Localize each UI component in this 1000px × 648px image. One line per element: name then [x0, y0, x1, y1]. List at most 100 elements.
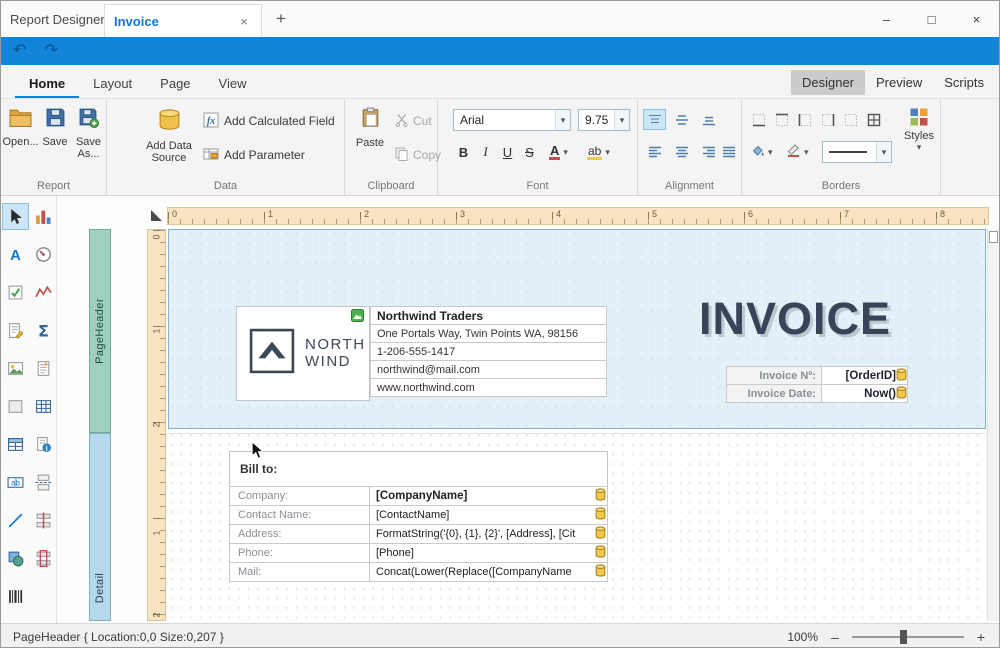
save-button[interactable]: Save — [39, 107, 71, 148]
toolbox-cross-band-line[interactable] — [30, 507, 57, 534]
align-center-button[interactable] — [670, 141, 693, 162]
border-left-button[interactable] — [793, 109, 816, 130]
toolbox-picture-box[interactable] — [2, 355, 29, 382]
border-bottom-button[interactable] — [747, 109, 770, 130]
copy-button[interactable]: Copy — [395, 146, 441, 164]
underline-button[interactable]: U — [497, 141, 518, 163]
detail-field-row[interactable]: Company:[CompanyName] — [229, 486, 608, 506]
font-family-select[interactable]: Arial ▾ — [453, 109, 571, 131]
bold-button[interactable]: B — [453, 141, 474, 163]
zoom-out-button[interactable]: – — [829, 630, 841, 644]
add-calculated-field-button[interactable]: fx Add Calculated Field — [203, 112, 335, 130]
report-canvas[interactable]: NORTH WIND Northwind TradersOne Portals … — [167, 229, 989, 621]
toolbox-cross-band-box[interactable] — [30, 545, 57, 572]
data-smart-tag-icon[interactable] — [595, 526, 606, 544]
line-style-select[interactable]: ▾ — [822, 141, 892, 163]
company-info-table[interactable]: Northwind TradersOne Portals Way, Twin P… — [370, 306, 607, 397]
toolbox-summary[interactable]: Σ — [30, 317, 57, 344]
vertical-scrollbar[interactable] — [987, 229, 999, 621]
paste-button[interactable]: Paste — [351, 107, 389, 149]
data-smart-tag-icon[interactable] — [595, 545, 606, 563]
detail-field-row[interactable]: Contact Name:[ContactName] — [229, 505, 608, 525]
italic-button[interactable]: I — [475, 141, 496, 163]
align-justify-button[interactable] — [717, 141, 740, 162]
toolbox-gauge[interactable] — [30, 241, 57, 268]
font-size-select[interactable]: 9.75 ▾ — [578, 109, 630, 131]
cut-button[interactable]: Cut — [395, 112, 432, 130]
tab-home[interactable]: Home — [15, 69, 79, 98]
invoice-fields-table[interactable]: Invoice Nº:[OrderID]Invoice Date:Now() — [726, 366, 908, 403]
bill-to-table[interactable]: Bill to: Company:[CompanyName]Contact Na… — [229, 451, 608, 582]
toolbox-table[interactable] — [30, 393, 57, 420]
logo-picture-box[interactable]: NORTH WIND — [236, 306, 370, 401]
scrollbar-thumb[interactable] — [989, 231, 998, 243]
company-card-row[interactable]: One Portals Way, Twin Points WA, 98156 — [370, 324, 607, 343]
tab-close-icon[interactable]: × — [236, 13, 252, 30]
highlight-color-button[interactable]: ab ▾ — [584, 141, 613, 163]
toolbox-label[interactable]: A — [2, 241, 29, 268]
toolbox-shape[interactable] — [2, 545, 29, 572]
company-card-row[interactable]: northwind@mail.com — [370, 360, 607, 379]
strikeout-button[interactable]: S — [519, 141, 540, 163]
border-all-button[interactable] — [862, 109, 885, 130]
undo-icon[interactable]: ↶ — [13, 43, 26, 59]
border-top-button[interactable] — [770, 109, 793, 130]
add-parameter-button[interactable]: Add Parameter — [203, 146, 305, 164]
save-as-button[interactable]: Save As... — [72, 107, 105, 160]
border-right-button[interactable] — [816, 109, 839, 130]
document-tab-invoice[interactable]: Invoice × — [104, 4, 262, 37]
align-middle-button[interactable] — [670, 109, 693, 130]
data-smart-tag-icon[interactable] — [595, 564, 606, 582]
new-tab-button[interactable]: + — [269, 7, 293, 31]
detail-field-row[interactable]: Mail:Concat(Lower(Replace([CompanyName — [229, 562, 608, 582]
mode-designer[interactable]: Designer — [791, 70, 865, 95]
detail-field-row[interactable]: Phone:[Phone] — [229, 543, 608, 563]
data-smart-tag-icon[interactable] — [595, 507, 606, 525]
close-button[interactable]: × — [954, 1, 999, 37]
company-card-row[interactable]: Northwind Traders — [370, 306, 607, 325]
align-top-button[interactable] — [643, 109, 666, 130]
detail-field-row[interactable]: Address:FormatString('{0}, {1}, {2}', [A… — [229, 524, 608, 544]
maximize-button[interactable]: □ — [909, 1, 954, 37]
toolbox-document[interactable] — [30, 355, 57, 382]
mode-scripts[interactable]: Scripts — [933, 70, 995, 95]
align-bottom-button[interactable] — [697, 109, 720, 130]
toolbox-panel[interactable] — [2, 393, 29, 420]
minimize-button[interactable]: – — [864, 1, 909, 37]
tab-view[interactable]: View — [205, 69, 261, 98]
company-card-row[interactable]: 1-206-555-1417 — [370, 342, 607, 361]
zoom-slider-thumb[interactable] — [900, 630, 907, 644]
invoice-field-row[interactable]: Invoice Date:Now() — [726, 384, 908, 403]
invoice-field-row[interactable]: Invoice Nº:[OrderID] — [726, 366, 908, 385]
data-smart-tag-icon[interactable] — [896, 386, 907, 404]
font-color-button[interactable]: A ▾ — [546, 141, 571, 163]
picture-smart-tag-icon[interactable] — [351, 309, 364, 327]
toolbox-page-info[interactable]: i — [30, 431, 57, 458]
fill-color-button[interactable]: ▾ — [747, 141, 776, 163]
data-smart-tag-icon[interactable] — [595, 488, 606, 506]
company-card-row[interactable]: www.northwind.com — [370, 378, 607, 397]
add-data-source-button[interactable]: Add Data Source — [138, 107, 200, 164]
zoom-in-button[interactable]: + — [975, 630, 987, 644]
band-detail[interactable]: Detail — [89, 433, 111, 621]
toolbox-pointer[interactable] — [2, 203, 29, 230]
toolbox-rich-text[interactable] — [2, 317, 29, 344]
band-pageheader[interactable]: PageHeader — [89, 229, 111, 433]
open-button[interactable]: Open... — [3, 107, 38, 148]
align-left-button[interactable] — [643, 141, 666, 162]
toolbox-chart[interactable] — [30, 203, 57, 230]
toolbox-character-comb[interactable]: ab — [2, 469, 29, 496]
tab-page[interactable]: Page — [146, 69, 204, 98]
bill-to-header-cell[interactable]: Bill to: — [229, 451, 608, 487]
invoice-title-label[interactable]: INVOICE — [699, 293, 891, 345]
styles-button[interactable]: Styles ▾ — [899, 107, 939, 153]
toolbox-check-box[interactable] — [2, 279, 29, 306]
border-none-button[interactable] — [839, 109, 862, 130]
toolbox-page-break[interactable] — [30, 469, 57, 496]
toolbox-sparkline[interactable] — [30, 279, 57, 306]
tab-layout[interactable]: Layout — [79, 69, 146, 98]
toolbox-line[interactable] — [2, 507, 29, 534]
redo-icon[interactable]: ↷ — [44, 43, 57, 59]
line-color-button[interactable]: ▾ — [783, 141, 812, 163]
toolbox-table-of-contents[interactable] — [2, 431, 29, 458]
